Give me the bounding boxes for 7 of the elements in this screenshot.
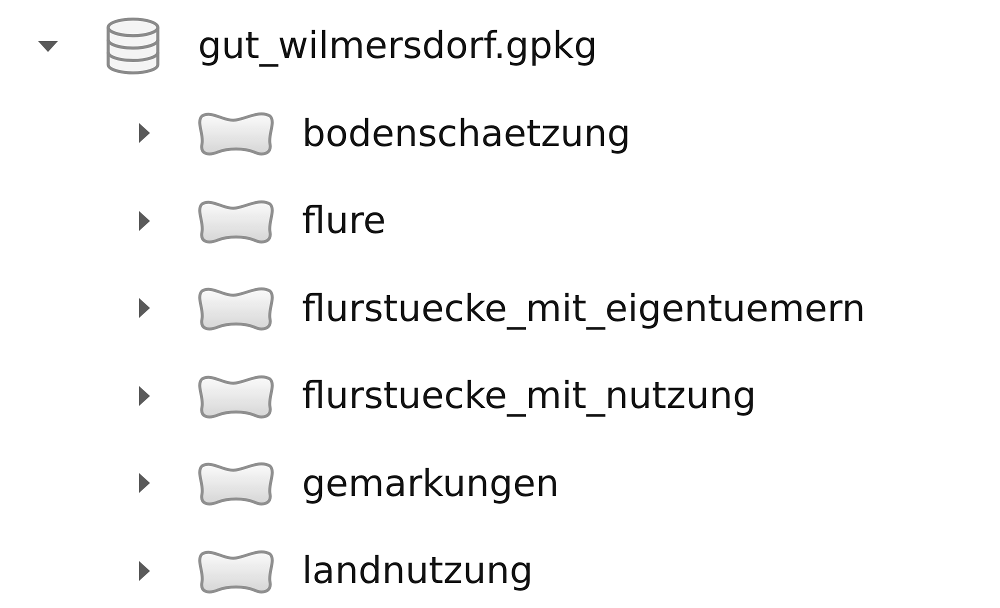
tree-item-label[interactable]: flure: [302, 199, 386, 242]
tree-item-label[interactable]: gut_wilmersdorf.gpkg: [198, 24, 598, 68]
tree-item-label[interactable]: landnutzung: [302, 549, 534, 592]
tree-item-label[interactable]: gemarkungen: [302, 462, 560, 505]
tree-item-label[interactable]: flurstuecke_mit_eigentuemern: [302, 286, 866, 330]
tree-item-label[interactable]: bodenschaetzung: [302, 112, 631, 155]
tree-item-label[interactable]: flurstuecke_mit_nutzung: [302, 374, 756, 418]
